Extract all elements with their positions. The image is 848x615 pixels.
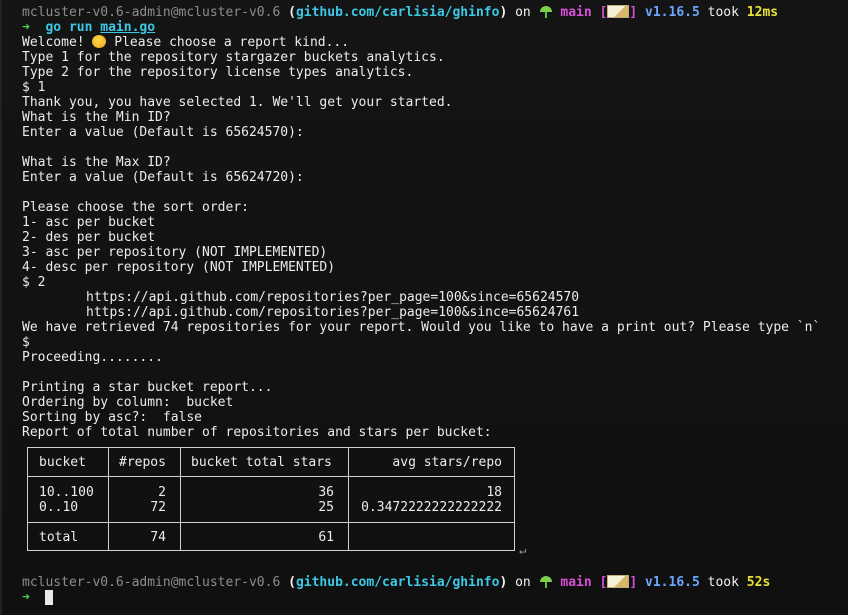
user-host: mcluster-v0.6-admin@mcluster-v0.6	[22, 5, 281, 20]
smiley-emoji-icon	[92, 35, 107, 48]
table-footer-cell: total	[39, 530, 79, 545]
user-input-line: $ 2	[22, 275, 46, 290]
paren-open: (	[288, 575, 296, 590]
bracket-close: ]	[629, 575, 638, 590]
seedling-icon	[539, 5, 553, 18]
user-input-line: $ 1	[22, 80, 46, 95]
table-cell: 72	[150, 500, 166, 515]
output-line: Type 2 for the repository license types …	[22, 65, 414, 80]
header-divider	[28, 476, 514, 477]
on-label: on	[515, 5, 531, 20]
took-label: took	[707, 5, 739, 20]
output-line: 2- des per bucket	[22, 230, 156, 245]
output-line: Enter a value (Default is 65624570):	[22, 125, 304, 140]
memo-icon	[607, 575, 630, 588]
output-line: 3- asc per repository (NOT IMPLEMENTED)	[22, 245, 328, 260]
shell-prompt: mcluster-v0.6-admin@mcluster-v0.6 (githu…	[22, 575, 770, 590]
repo-path: github.com/carlisia/ghinfo	[295, 5, 500, 20]
paren-open: (	[288, 5, 296, 20]
table-header-cell: #repos	[119, 455, 166, 470]
table-header-cell: avg stars/repo	[392, 455, 502, 470]
output-line: Sorting by asc?: false	[22, 410, 203, 425]
column-divider	[348, 448, 349, 550]
output-url: https://api.github.com/repositories?per_…	[86, 290, 580, 305]
command-run: run	[68, 20, 93, 35]
table-cell: 0..10	[39, 500, 79, 515]
table-header-cell: bucket	[39, 455, 86, 470]
return-symbol-icon: ↵	[519, 543, 527, 557]
took-label: took	[707, 575, 739, 590]
output-welcome: Welcome! Please choose a report kind...	[22, 35, 349, 50]
user-input-line: $	[22, 335, 30, 350]
memo-icon	[607, 5, 630, 18]
table-footer-cell: 74	[150, 530, 166, 545]
go-version: v1.16.5	[645, 575, 700, 590]
table-footer-cell: 61	[318, 530, 334, 545]
footer-divider	[28, 522, 514, 523]
bracket-open: [	[599, 5, 608, 20]
paren-close: )	[499, 575, 508, 590]
repo-path: github.com/carlisia/ghinfo	[295, 575, 500, 590]
table-cell: 18	[486, 485, 502, 500]
command-file: main.go	[100, 20, 156, 35]
text-cursor[interactable]	[45, 590, 54, 605]
bracket-close: ]	[629, 5, 638, 20]
output-line: Report of total number of repositories a…	[22, 425, 492, 440]
output-line: 4- desc per repository (NOT IMPLEMENTED)	[22, 260, 336, 275]
user-host: mcluster-v0.6-admin@mcluster-v0.6	[22, 575, 281, 590]
bracket-open: [	[599, 575, 608, 590]
welcome-text: Welcome!	[22, 35, 93, 50]
prompt-arrow-icon: ➜	[22, 590, 30, 605]
output-line: What is the Max ID?	[22, 155, 171, 170]
table-footer-cell	[358, 530, 502, 545]
command-duration: 12ms	[746, 5, 779, 20]
report-table: bucket #repos bucket total stars avg sta…	[27, 447, 515, 551]
output-line: Type 1 for the repository stargazer buck…	[22, 50, 445, 65]
output-url: https://api.github.com/repositories?per_…	[86, 305, 580, 320]
prompt-arrow-icon: ➜	[22, 20, 30, 35]
output-line: Please choose the sort order:	[22, 200, 249, 215]
terminal-window[interactable]: mcluster-v0.6-admin@mcluster-v0.6 (githu…	[0, 0, 848, 615]
table-cell: 10..100	[39, 485, 94, 500]
table-header-cell: bucket total stars	[191, 455, 332, 470]
output-line: 1- asc per bucket	[22, 215, 156, 230]
seedling-icon	[539, 575, 553, 588]
shell-prompt: mcluster-v0.6-admin@mcluster-v0.6 (githu…	[22, 5, 778, 20]
command-go: go	[45, 20, 62, 35]
output-line: Proceeding........	[22, 350, 163, 365]
active-prompt-line[interactable]: ➜	[22, 590, 54, 605]
table-cell: 2	[158, 485, 166, 500]
output-line: Thank you, you have selected 1. We'll ge…	[22, 95, 453, 110]
paren-close: )	[499, 5, 508, 20]
git-branch: main	[560, 5, 592, 20]
table-cell: 25	[318, 500, 334, 515]
column-divider	[180, 448, 181, 550]
output-line: Ordering by column: bucket	[22, 395, 234, 410]
output-line: What is the Min ID?	[22, 110, 171, 125]
welcome-suffix: Please choose a report kind...	[106, 35, 350, 50]
command-line: ➜ go run main.go	[22, 20, 155, 35]
go-version: v1.16.5	[645, 5, 700, 20]
output-line: We have retrieved 74 repositories for yo…	[22, 320, 821, 335]
table-cell: 36	[318, 485, 334, 500]
output-line: Enter a value (Default is 65624720):	[22, 170, 304, 185]
on-label: on	[515, 575, 531, 590]
output-line: Printing a star bucket report...	[22, 380, 273, 395]
command-duration: 52s	[746, 575, 771, 590]
git-branch: main	[560, 575, 592, 590]
column-divider	[108, 448, 109, 550]
table-cell: 0.3472222222222222	[361, 500, 502, 515]
